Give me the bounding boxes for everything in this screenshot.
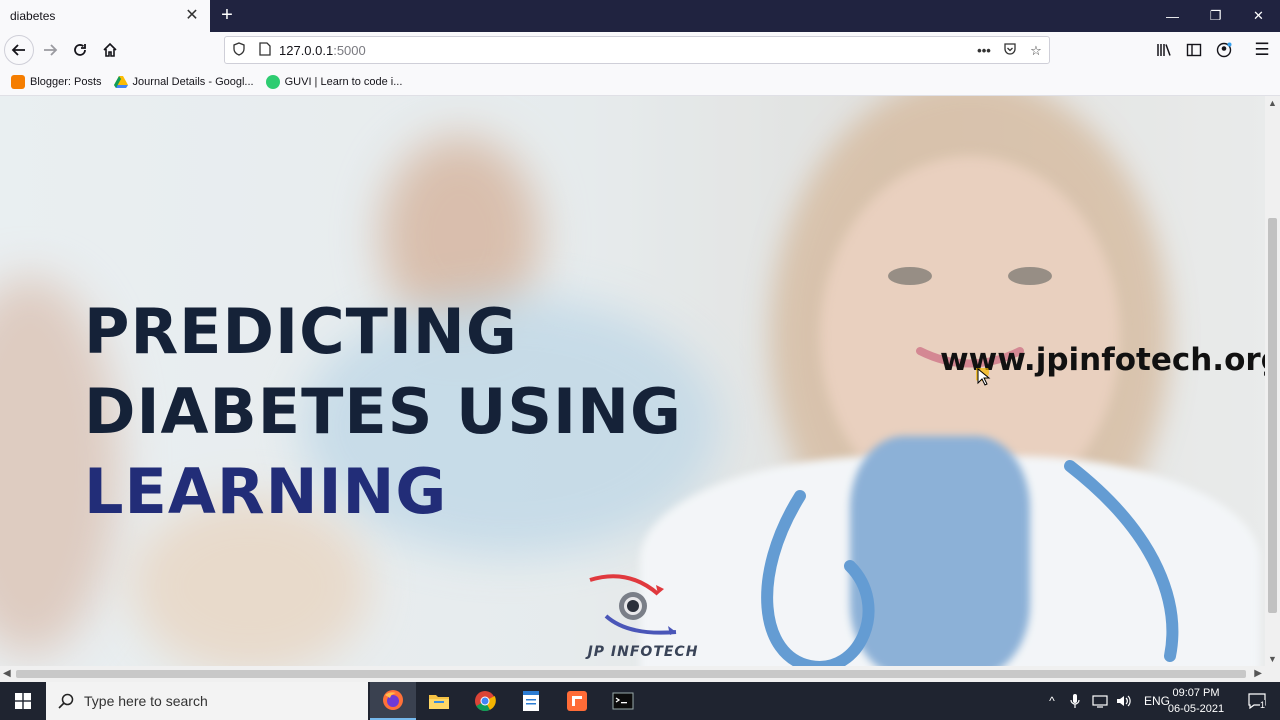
hero-headline: PREDICTING DIABETES USING LEARNING — [84, 292, 682, 532]
url-text: 127.0.0.1:5000 — [279, 43, 366, 58]
bookmark-star-icon[interactable]: ☆ — [1027, 42, 1045, 60]
system-tray: ^ ENG — [1044, 682, 1170, 720]
volume-icon[interactable] — [1116, 694, 1132, 708]
shield-icon[interactable] — [230, 42, 248, 60]
vertical-scrollbar[interactable]: ▲ ▼ — [1265, 96, 1280, 666]
start-button[interactable] — [0, 682, 46, 720]
show-hidden-icons-icon[interactable]: ^ — [1044, 694, 1060, 708]
search-icon — [58, 693, 74, 709]
mouse-cursor-icon — [976, 368, 991, 386]
reload-button[interactable] — [66, 36, 94, 64]
taskbar-file-explorer[interactable] — [416, 682, 462, 720]
back-arrow-icon — [11, 44, 25, 56]
windows-logo-icon — [15, 693, 31, 709]
restore-button[interactable]: ❐ — [1194, 0, 1237, 32]
guvi-icon — [265, 74, 280, 89]
browser-tab[interactable]: diabetes ✕ — [0, 0, 210, 32]
address-bar[interactable]: 127.0.0.1:5000 ••• ☆ — [224, 36, 1050, 64]
chrome-icon — [475, 691, 496, 712]
library-icon[interactable] — [1150, 36, 1178, 64]
home-icon — [103, 42, 117, 57]
account-icon[interactable] — [1210, 36, 1238, 64]
horizontal-scroll-thumb[interactable] — [16, 670, 1246, 678]
sublime-icon — [567, 691, 587, 711]
terminal-icon — [612, 692, 634, 710]
forward-button[interactable] — [36, 36, 64, 64]
taskbar-terminal[interactable] — [600, 682, 646, 720]
headline-line-1: PREDICTING — [84, 295, 518, 368]
reload-icon — [74, 44, 86, 56]
scroll-down-icon[interactable]: ▼ — [1267, 654, 1278, 664]
bookmark-journal-details[interactable]: Journal Details - Googl... — [113, 75, 254, 89]
home-button[interactable] — [96, 36, 124, 64]
vertical-scroll-thumb[interactable] — [1268, 218, 1277, 613]
bookmark-label: Blogger: Posts — [30, 75, 102, 88]
tab-title: diabetes — [10, 9, 56, 23]
firefox-icon — [383, 690, 403, 710]
scroll-right-icon[interactable]: ▶ — [1254, 668, 1262, 679]
url-host: 127.0.0.1 — [279, 42, 334, 58]
network-icon[interactable] — [1092, 694, 1108, 708]
blogger-icon — [11, 74, 25, 89]
sidebar-icon[interactable] — [1180, 36, 1208, 64]
bookmarks-toolbar: Blogger: Posts Journal Details - Googl..… — [0, 68, 1280, 96]
page-actions-icon[interactable]: ••• — [975, 42, 993, 60]
headline-line-3: LEARNING — [84, 455, 448, 528]
notepad-icon — [523, 691, 539, 711]
scroll-up-icon[interactable]: ▲ — [1267, 98, 1278, 108]
taskbar-firefox[interactable] — [370, 682, 416, 720]
menu-icon[interactable]: ☰ — [1248, 36, 1276, 64]
close-window-button[interactable]: ✕ — [1237, 0, 1280, 32]
file-explorer-icon — [429, 695, 449, 709]
taskbar-clock[interactable]: 09:07 PM 06-05-2021 — [1160, 685, 1232, 717]
microphone-icon[interactable] — [1070, 693, 1080, 709]
taskbar-search-box[interactable]: Type here to search — [46, 682, 368, 720]
clock-time: 09:07 PM — [1172, 687, 1220, 699]
google-drive-icon — [113, 75, 128, 88]
bookmark-blogger[interactable]: Blogger: Posts — [11, 74, 102, 89]
logo-text: JP INFOTECH — [587, 644, 699, 660]
jp-infotech-logo: JP INFOTECH — [578, 574, 708, 664]
web-page: PREDICTING DIABETES USING LEARNING www.j… — [0, 96, 1265, 666]
notification-count: 1 — [1260, 700, 1266, 710]
bookmark-label: Journal Details - Googl... — [132, 75, 254, 88]
forward-arrow-icon — [44, 44, 58, 56]
taskbar-chrome[interactable] — [462, 682, 508, 720]
search-placeholder: Type here to search — [84, 693, 208, 709]
page-icon[interactable] — [256, 42, 274, 60]
browser-titlebar: diabetes ✕ + — ❐ ✕ — [0, 0, 1280, 32]
action-center-button[interactable]: 1 — [1234, 682, 1280, 720]
window-controls: — ❐ ✕ — [1151, 0, 1280, 32]
scroll-left-icon[interactable]: ◀ — [3, 668, 11, 679]
pocket-icon[interactable] — [1001, 42, 1019, 60]
bookmark-guvi[interactable]: GUVI | Learn to code i... — [265, 74, 403, 89]
close-tab-icon[interactable]: ✕ — [184, 8, 200, 24]
taskbar-notepad[interactable] — [508, 682, 554, 720]
url-port: :5000 — [333, 42, 366, 58]
minimize-button[interactable]: — — [1151, 0, 1194, 32]
clock-date: 06-05-2021 — [1167, 703, 1225, 715]
back-button[interactable] — [4, 35, 34, 65]
taskbar-sublime[interactable] — [554, 682, 600, 720]
windows-taskbar: Type here to search ^ ENG 09:07 PM 06-05… — [0, 682, 1280, 720]
bookmark-label: GUVI | Learn to code i... — [284, 75, 403, 88]
horizontal-scrollbar[interactable]: ◀ ▶ — [0, 666, 1280, 682]
jp-infotech-logo-icon — [589, 574, 677, 635]
navigation-toolbar: 127.0.0.1:5000 ••• ☆ ☰ — [0, 32, 1280, 68]
new-tab-button[interactable]: + — [216, 4, 238, 26]
headline-line-2: DIABETES USING — [84, 375, 682, 448]
